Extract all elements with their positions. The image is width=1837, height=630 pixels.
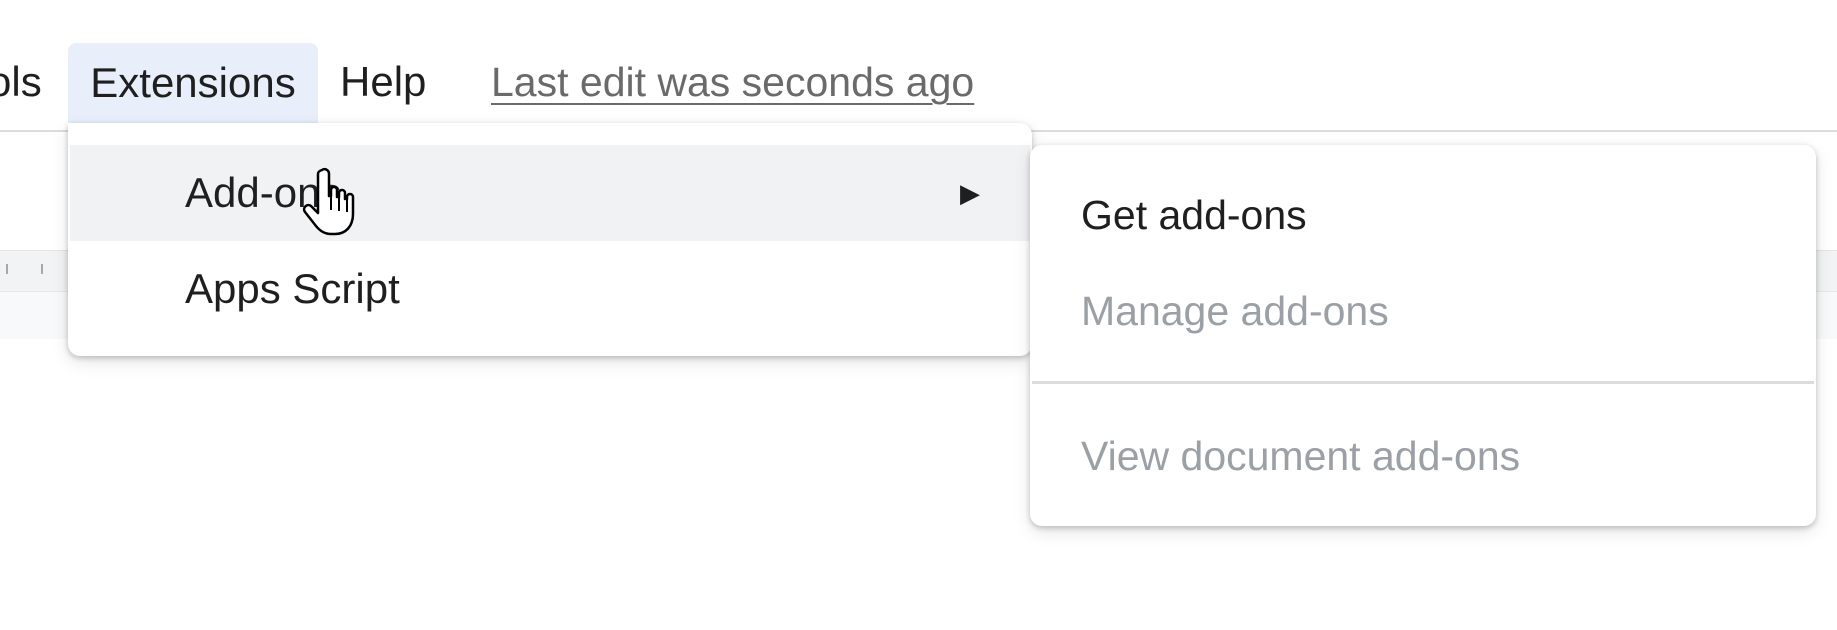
submenu-item-manage-add-ons: Manage add-ons: [1030, 263, 1816, 359]
menu-tools[interactable]: ols: [0, 42, 42, 122]
docs-window: ols Extensions Help Last edit was second…: [0, 0, 1837, 630]
submenu-arrow-icon: ▶: [960, 178, 980, 208]
submenu-item-view-document-add-ons: View document add-ons: [1030, 408, 1816, 504]
add-ons-submenu: Get add-ons Manage add-ons View document…: [1030, 145, 1816, 526]
ruler-tick: [6, 264, 8, 274]
last-edit-link[interactable]: Last edit was seconds ago: [491, 42, 974, 122]
submenu-item-get-add-ons[interactable]: Get add-ons: [1030, 167, 1816, 263]
submenu-item-label: Manage add-ons: [1081, 288, 1389, 334]
submenu-item-label: Get add-ons: [1081, 192, 1307, 238]
submenu-item-label: View document add-ons: [1081, 433, 1521, 479]
menu-item-apps-script[interactable]: Apps Script: [70, 241, 1030, 337]
submenu-divider: [1032, 381, 1814, 384]
menu-item-add-ons[interactable]: Add-ons ▶: [70, 145, 1030, 241]
menu-help[interactable]: Help: [340, 42, 426, 122]
hand-pointer-icon: [302, 167, 355, 236]
menu-item-label: Apps Script: [185, 265, 400, 312]
menu-extensions[interactable]: Extensions: [68, 43, 318, 123]
ruler-tick: [41, 264, 43, 274]
extensions-dropdown: Add-ons ▶ Apps Script: [68, 123, 1032, 356]
